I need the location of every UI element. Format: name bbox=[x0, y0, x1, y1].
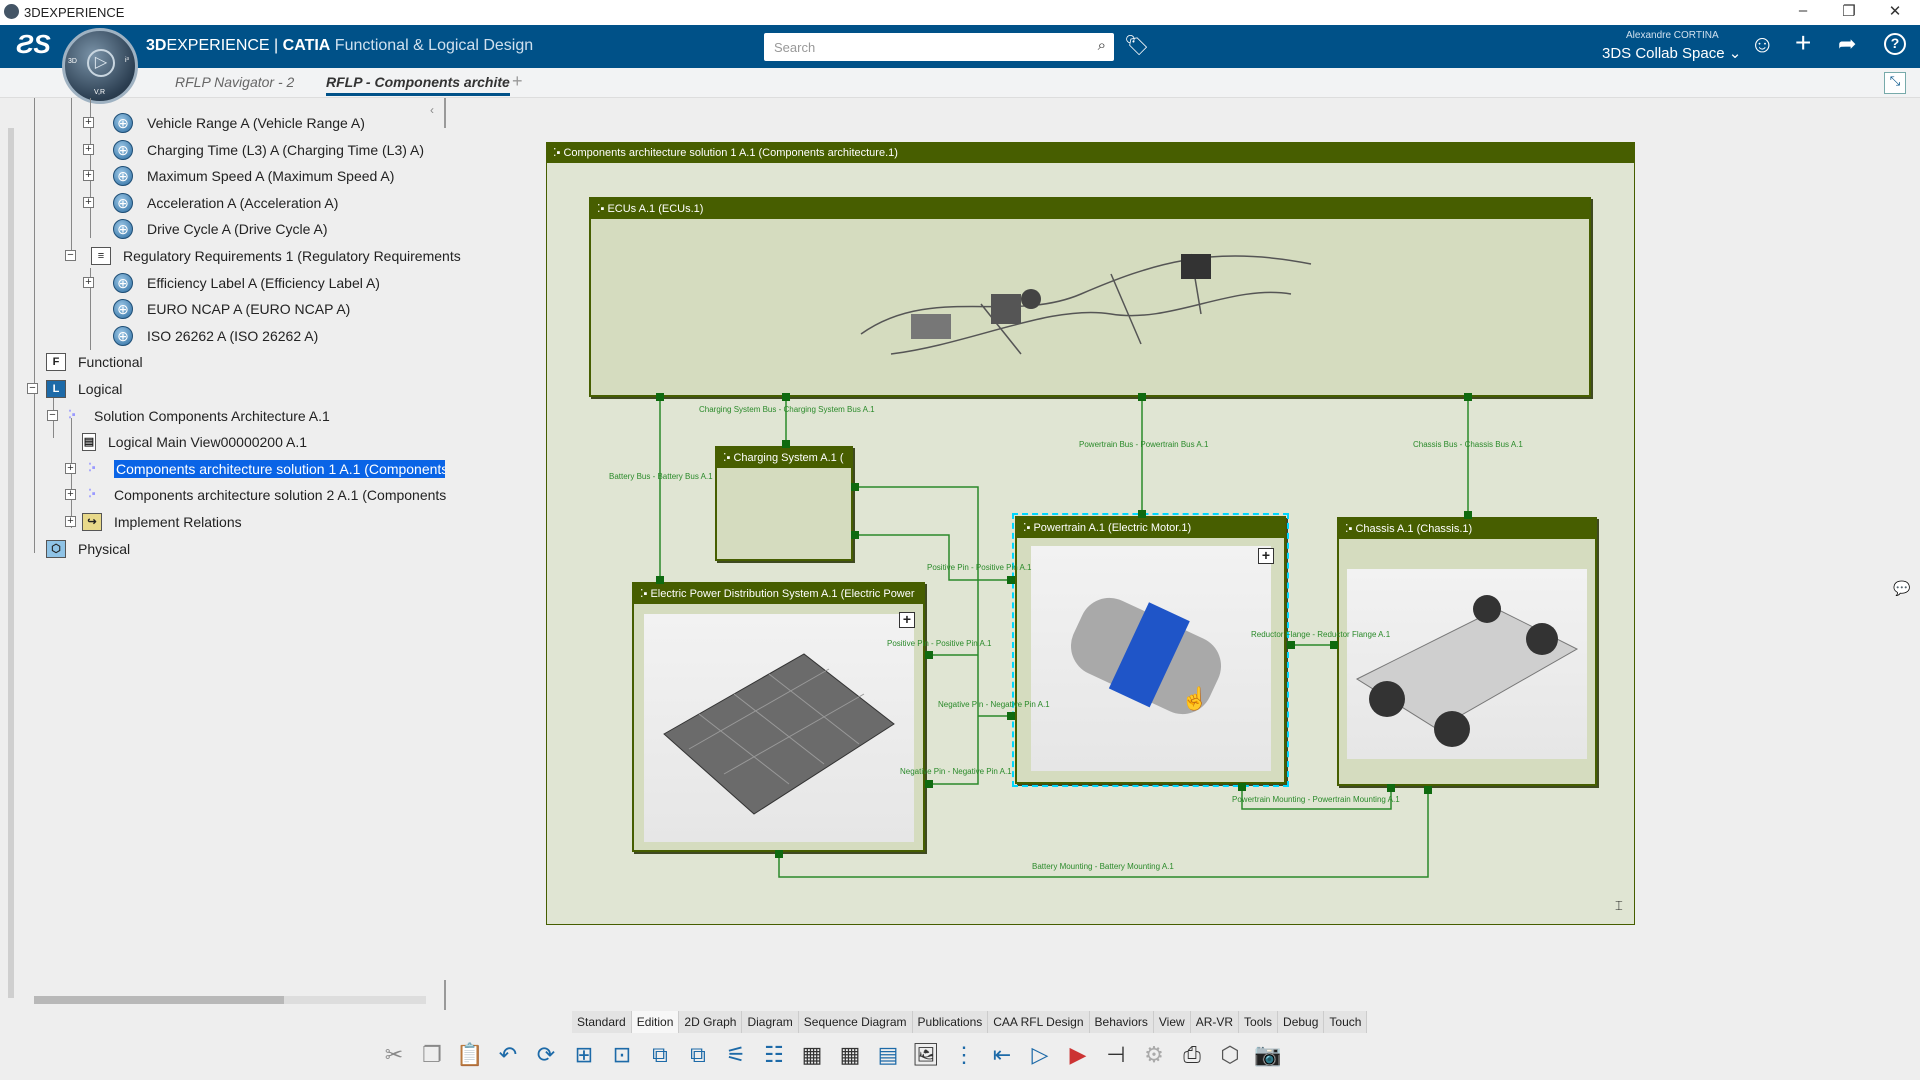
connect-alt-icon[interactable]: ⧉ bbox=[684, 1041, 712, 1069]
block-charging-title: ⁚▪ Charging System A.1 ( bbox=[717, 448, 851, 468]
command-tab-tools[interactable]: Tools bbox=[1239, 1011, 1279, 1033]
label-negative-pin-2: Negative Pin - Negative Pin A.1 bbox=[900, 767, 1012, 776]
label-negative-pin: Negative Pin - Negative Pin A.1 bbox=[938, 700, 1050, 709]
flow-in-icon[interactable]: ▷ bbox=[1026, 1041, 1054, 1069]
ecu-harness-image bbox=[860, 253, 1312, 355]
capture-icon[interactable]: ⎙ bbox=[1178, 1041, 1206, 1069]
command-tab-edition[interactable]: Edition bbox=[631, 1011, 680, 1033]
import-icon[interactable]: ⇤ bbox=[988, 1041, 1016, 1069]
action-bar: ✂ ❐ 📋 ↶ ⟳ ⊞ ⊡ ⧉ ⧉ ⚟ ☷ ▦ ▦ ▤ 🖼 ⋮ ⇤ ▷ ▶ ⊣ … bbox=[360, 1035, 1560, 1075]
block-charging-system[interactable]: ⁚▪ Charging System A.1 ( bbox=[715, 446, 853, 561]
chassis-image bbox=[1347, 569, 1587, 759]
expand-icon[interactable]: + bbox=[899, 612, 915, 628]
image-icon[interactable]: 🖼 bbox=[912, 1041, 940, 1069]
wires-layer bbox=[659, 397, 1469, 878]
label-battery-mounting: Battery Mounting - Battery Mounting A.1 bbox=[1032, 862, 1174, 871]
paste-icon[interactable]: 📋 bbox=[456, 1041, 484, 1069]
action-bar-tabs: Standard Edition 2D Graph Diagram Sequence D… bbox=[572, 1011, 1368, 1033]
block-epds-title: ⁚▪ Electric Power Distribution System A.… bbox=[634, 584, 923, 604]
label-powertrain-bus: Powertrain Bus - Powertrain Bus A.1 bbox=[1079, 440, 1209, 449]
block-powertrain[interactable]: ⁚▪ Powertrain A.1 (Electric Motor.1) ☝ + bbox=[1012, 513, 1289, 787]
undo-icon[interactable]: ↶ bbox=[494, 1041, 522, 1069]
command-tab-2d-graph[interactable]: 2D Graph bbox=[679, 1011, 743, 1033]
comment-icon[interactable]: 💬 bbox=[1893, 580, 1910, 597]
insert-port-icon[interactable]: ⊡ bbox=[608, 1041, 636, 1069]
cube-icon[interactable]: ⬡ bbox=[1216, 1041, 1244, 1069]
tree-layout-icon[interactable]: ☷ bbox=[760, 1041, 788, 1069]
block-chassis[interactable]: ⁚▪ Chassis A.1 (Chassis.1) bbox=[1337, 517, 1597, 786]
expand-icon[interactable]: + bbox=[1258, 548, 1274, 564]
label-reductor-flange: Reductor Flange - Reductor Flange A.1 bbox=[1251, 630, 1391, 639]
command-tab-caa-rfl-design[interactable]: CAA RFL Design bbox=[988, 1011, 1090, 1033]
copy-icon[interactable]: ❐ bbox=[418, 1041, 446, 1069]
command-tab-sequence-diagram[interactable]: Sequence Diagram bbox=[798, 1011, 913, 1033]
connect-icon[interactable]: ⧉ bbox=[646, 1041, 674, 1069]
block-ecus-title: ⁚▪ ECUs A.1 (ECUs.1) bbox=[591, 199, 1589, 219]
wire-positive-pin[interactable] bbox=[853, 534, 1011, 581]
label-positive-pin: Positive Pin - Positive Pin A.1 bbox=[927, 563, 1032, 572]
block-powertrain-title: ⁚▪ Powertrain A.1 (Electric Motor.1) bbox=[1017, 518, 1284, 538]
battery-pack-image bbox=[644, 614, 914, 842]
camera-icon[interactable]: 📷 bbox=[1254, 1041, 1282, 1069]
grid-icon[interactable]: ▤ bbox=[874, 1041, 902, 1069]
command-tab-ar-vr[interactable]: AR-VR bbox=[1190, 1011, 1240, 1033]
matrix-icon[interactable]: ▦ bbox=[836, 1041, 864, 1069]
command-tab-debug[interactable]: Debug bbox=[1278, 1011, 1325, 1033]
label-powertrain-mounting: Powertrain Mounting - Powertrain Mountin… bbox=[1232, 795, 1400, 804]
command-tab-diagram[interactable]: Diagram bbox=[742, 1011, 799, 1033]
command-tab-publications[interactable]: Publications bbox=[912, 1011, 989, 1033]
svg-text:☝: ☝ bbox=[1181, 685, 1208, 712]
flow-out-icon[interactable]: ▶ bbox=[1064, 1041, 1092, 1069]
command-tab-touch[interactable]: Touch bbox=[1324, 1011, 1368, 1033]
cut-icon[interactable]: ✂ bbox=[380, 1041, 408, 1069]
robot-icon[interactable]: ⚙ bbox=[1140, 1041, 1168, 1069]
command-tab-standard[interactable]: Standard bbox=[572, 1011, 632, 1033]
magic-connect-icon[interactable]: ⚟ bbox=[722, 1041, 750, 1069]
label-chassis-bus: Chassis Bus - Chassis Bus A.1 bbox=[1413, 440, 1523, 449]
refresh-icon[interactable]: ⟳ bbox=[532, 1041, 560, 1069]
block-electric-power-distribution[interactable]: ⁚▪ Electric Power Distribution System A.… bbox=[632, 582, 925, 852]
hierarchy-icon[interactable]: ⋮ bbox=[950, 1041, 978, 1069]
label-charging-bus: Charging System Bus - Charging System Bu… bbox=[699, 405, 875, 414]
pin-icon[interactable]: ⊣ bbox=[1102, 1041, 1130, 1069]
block-ecus[interactable]: ⁚▪ ECUs A.1 (ECUs.1) bbox=[589, 197, 1591, 397]
insert-block-icon[interactable]: ⊞ bbox=[570, 1041, 598, 1069]
table-icon[interactable]: ▦ bbox=[798, 1041, 826, 1069]
block-chassis-title: ⁚▪ Chassis A.1 (Chassis.1) bbox=[1339, 519, 1595, 539]
label-positive-pin-2: Positive Pin - Positive Pin A.1 bbox=[887, 639, 992, 648]
label-battery-bus: Battery Bus - Battery Bus A.1 bbox=[609, 472, 713, 481]
command-tab-behaviors[interactable]: Behaviors bbox=[1089, 1011, 1154, 1033]
electric-motor-image: ☝ bbox=[1031, 546, 1271, 771]
command-tab-view[interactable]: View bbox=[1153, 1011, 1191, 1033]
